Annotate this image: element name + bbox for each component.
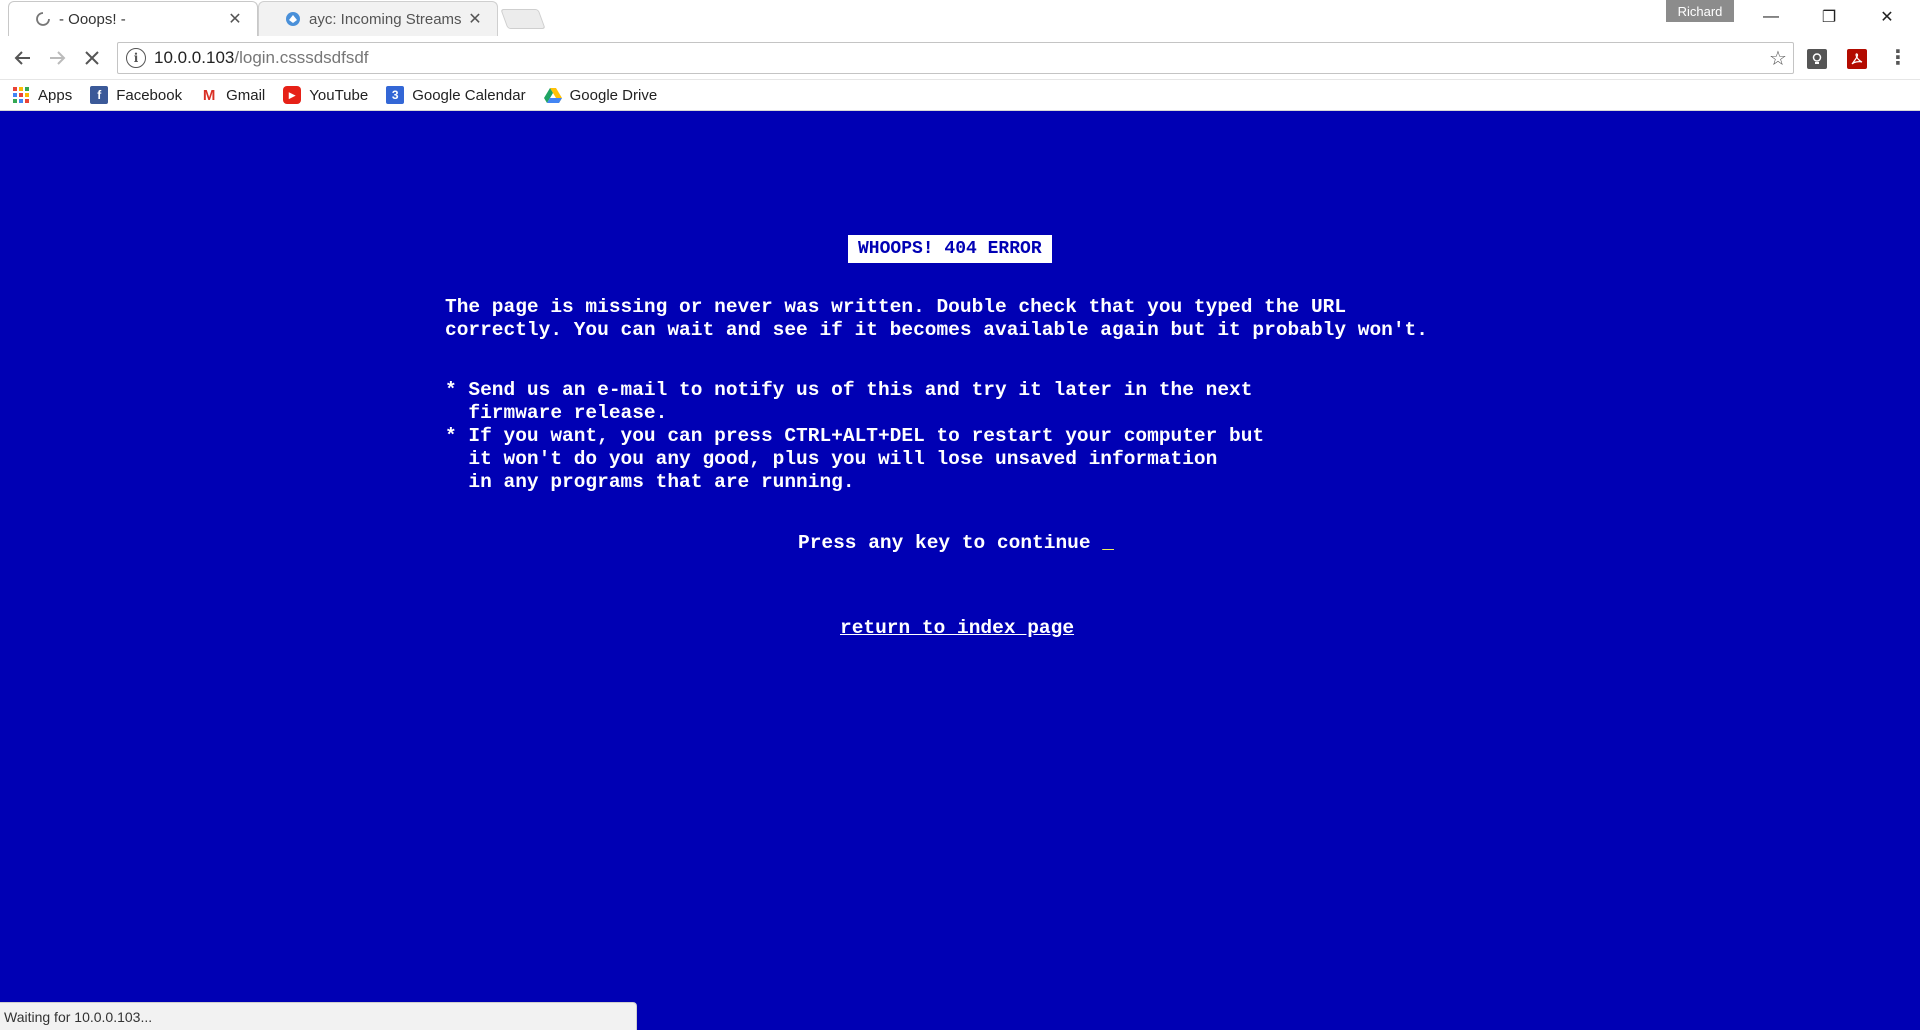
- bookmark-label: Gmail: [226, 86, 266, 104]
- google-drive-icon: [543, 86, 562, 104]
- profile-badge[interactable]: Richard: [1666, 0, 1734, 22]
- press-any-key-prompt: Press any key to continue _: [798, 532, 1114, 554]
- bookmark-label: Google Calendar: [412, 86, 526, 104]
- tab-close-icon[interactable]: ✕: [227, 9, 243, 29]
- status-bubble: Waiting for 10.0.0.103...: [0, 1002, 637, 1030]
- minimize-button[interactable]: —: [1742, 0, 1800, 34]
- facebook-icon: f: [90, 86, 109, 104]
- url-path: /login.csssdsdfsdf: [234, 48, 369, 67]
- bookmark-apps[interactable]: Apps: [12, 82, 72, 108]
- bookmark-label: YouTube: [309, 86, 369, 104]
- stop-loading-button[interactable]: [78, 44, 106, 72]
- error-description: The page is missing or never was written…: [445, 296, 1428, 341]
- apps-grid-icon: [12, 86, 30, 104]
- gmail-icon: M: [202, 86, 216, 104]
- bookmark-youtube[interactable]: ▶ YouTube: [283, 82, 368, 108]
- lightbulb-extension-icon[interactable]: [1807, 49, 1827, 69]
- new-tab-button[interactable]: [500, 9, 546, 29]
- forward-arrow-icon: [50, 51, 66, 65]
- loading-spinner-icon: [35, 11, 51, 27]
- blinking-cursor: _: [1102, 532, 1114, 554]
- bookmark-label: Facebook: [116, 86, 183, 104]
- stop-x-icon: [85, 51, 99, 65]
- back-button[interactable]: [9, 44, 37, 72]
- chrome-menu-icon[interactable]: ⋮: [1888, 46, 1908, 70]
- ayc-favicon-icon: [285, 11, 301, 27]
- bookmark-google-drive[interactable]: Google Drive: [543, 82, 658, 108]
- tab-title: ayc: Incoming Streams | \: [309, 10, 461, 28]
- bookmark-facebook[interactable]: f Facebook: [90, 82, 182, 108]
- google-calendar-icon: 3: [386, 86, 405, 104]
- tab-ayc-incoming-streams[interactable]: ayc: Incoming Streams | \ ✕: [258, 1, 498, 36]
- bookmark-gmail[interactable]: M Gmail: [200, 82, 265, 108]
- tab-title: - Ooops! -: [59, 10, 126, 28]
- forward-button[interactable]: [43, 44, 71, 72]
- tab-close-icon[interactable]: ✕: [467, 9, 483, 29]
- restore-button[interactable]: ❐: [1800, 0, 1858, 34]
- press-prompt-text: Press any key to continue: [798, 532, 1103, 554]
- url-text[interactable]: 10.0.0.103/login.csssdsdfsdf: [154, 48, 1763, 68]
- bookmarks-bar: Apps f Facebook M Gmail ▶ YouTube 3 Goog…: [0, 80, 1920, 111]
- close-window-button[interactable]: ✕: [1858, 0, 1916, 34]
- bookmark-star-icon[interactable]: ☆: [1763, 46, 1793, 71]
- adobe-acrobat-icon[interactable]: [1847, 49, 1867, 69]
- browser-toolbar: i 10.0.0.103/login.csssdsdfsdf ☆ ⋮: [0, 36, 1920, 80]
- address-bar[interactable]: i 10.0.0.103/login.csssdsdfsdf ☆: [117, 42, 1794, 74]
- return-to-index-link[interactable]: return to index page: [840, 617, 1074, 639]
- site-info-icon[interactable]: i: [126, 48, 146, 68]
- error-page: WHOOPS! 404 ERROR The page is missing or…: [0, 111, 1920, 1030]
- url-host: 10.0.0.103: [154, 48, 235, 67]
- bookmark-google-calendar[interactable]: 3 Google Calendar: [386, 82, 526, 108]
- bookmark-label: Google Drive: [569, 86, 658, 104]
- youtube-icon: ▶: [283, 86, 302, 104]
- error-bullets: * Send us an e-mail to notify us of this…: [445, 379, 1265, 493]
- tab-ooops[interactable]: - Ooops! - ✕: [8, 1, 258, 36]
- error-title-badge: WHOOPS! 404 ERROR: [848, 235, 1052, 263]
- bookmark-label: Apps: [38, 86, 73, 104]
- back-arrow-icon: [14, 51, 30, 65]
- tab-strip: - Ooops! - ✕ ayc: Incoming Streams | \ ✕…: [0, 0, 1920, 36]
